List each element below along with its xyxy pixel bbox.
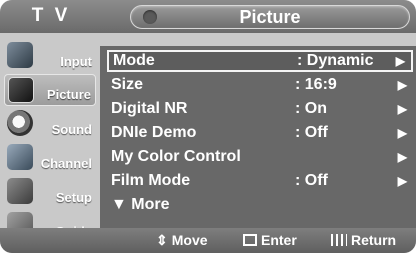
return-label: Return <box>351 232 397 248</box>
enter-label: Enter <box>261 232 297 248</box>
chevron-right-icon: ▶ <box>395 54 405 68</box>
row-name: My Color Control <box>111 148 241 165</box>
menu-row-size[interactable]: Size : 16:9 ▶ <box>107 74 413 96</box>
move-label: Move <box>171 232 208 248</box>
row-name: Mode <box>113 52 155 69</box>
row-name: Digital NR <box>111 100 188 117</box>
speaker-icon <box>7 110 33 136</box>
header-bar: T V Picture <box>0 0 416 33</box>
row-value: : Dynamic <box>297 52 374 69</box>
menu-row-film-mode[interactable]: Film Mode : Off ▶ <box>107 170 413 192</box>
enter-icon <box>243 234 257 246</box>
side-item-channel[interactable]: Channel <box>4 142 96 174</box>
source-label: T V <box>31 5 71 26</box>
row-value: : On <box>295 100 327 117</box>
side-menu: Input Picture Sound Channel Setup Guide <box>0 34 100 253</box>
chevron-right-icon: ▶ <box>397 78 407 92</box>
menu-row-more[interactable]: ▼ More <box>107 194 413 216</box>
menu-row-my-color-control[interactable]: My Color Control ▶ <box>107 146 413 168</box>
side-item-label: Picture <box>46 87 91 102</box>
chevron-right-icon: ▶ <box>397 174 407 188</box>
return-hint: Return <box>331 228 396 253</box>
side-item-input[interactable]: Input <box>4 40 96 72</box>
side-item-label: Input <box>60 54 92 69</box>
chevron-right-icon: ▶ <box>397 150 407 164</box>
return-icon <box>331 234 347 246</box>
row-name: Size <box>111 76 144 93</box>
menu-row-dnie-demo[interactable]: DNIe Demo : Off ▶ <box>107 122 413 144</box>
menu-row-mode[interactable]: Mode : Dynamic ▶ <box>107 50 413 72</box>
row-value: : 16:9 <box>295 76 337 93</box>
side-item-label: Sound <box>51 122 92 137</box>
side-item-label: Channel <box>40 156 92 171</box>
tv-osd-menu: T V Picture Input Picture Sound Channel … <box>0 0 416 253</box>
setup-icon <box>7 178 33 204</box>
move-hint: ⇕ Move <box>156 228 208 253</box>
row-value: : Off <box>295 124 328 141</box>
input-icon <box>7 42 33 68</box>
row-name: ▼ More <box>111 196 170 213</box>
chevron-right-icon: ▶ <box>397 126 407 140</box>
picture-icon <box>8 77 34 103</box>
row-name: Film Mode <box>111 172 191 189</box>
side-item-sound[interactable]: Sound <box>4 108 96 140</box>
row-value: : Off <box>295 172 328 189</box>
side-item-picture[interactable]: Picture <box>4 74 96 106</box>
button-hint-bar: ⇕ Move Enter Return <box>0 228 416 253</box>
row-name: DNIe Demo <box>111 124 197 141</box>
picture-options-panel: Mode : Dynamic ▶ Size : 16:9 ▶ Digital N… <box>100 46 416 228</box>
menu-title: Picture <box>130 5 410 29</box>
updown-arrow-icon: ⇕ <box>156 232 168 248</box>
side-item-setup[interactable]: Setup <box>4 176 96 208</box>
side-item-label: Setup <box>55 190 92 205</box>
enter-hint: Enter <box>243 228 297 253</box>
channel-icon <box>7 144 33 170</box>
menu-row-digital-nr[interactable]: Digital NR : On ▶ <box>107 98 413 120</box>
chevron-right-icon: ▶ <box>397 102 407 116</box>
